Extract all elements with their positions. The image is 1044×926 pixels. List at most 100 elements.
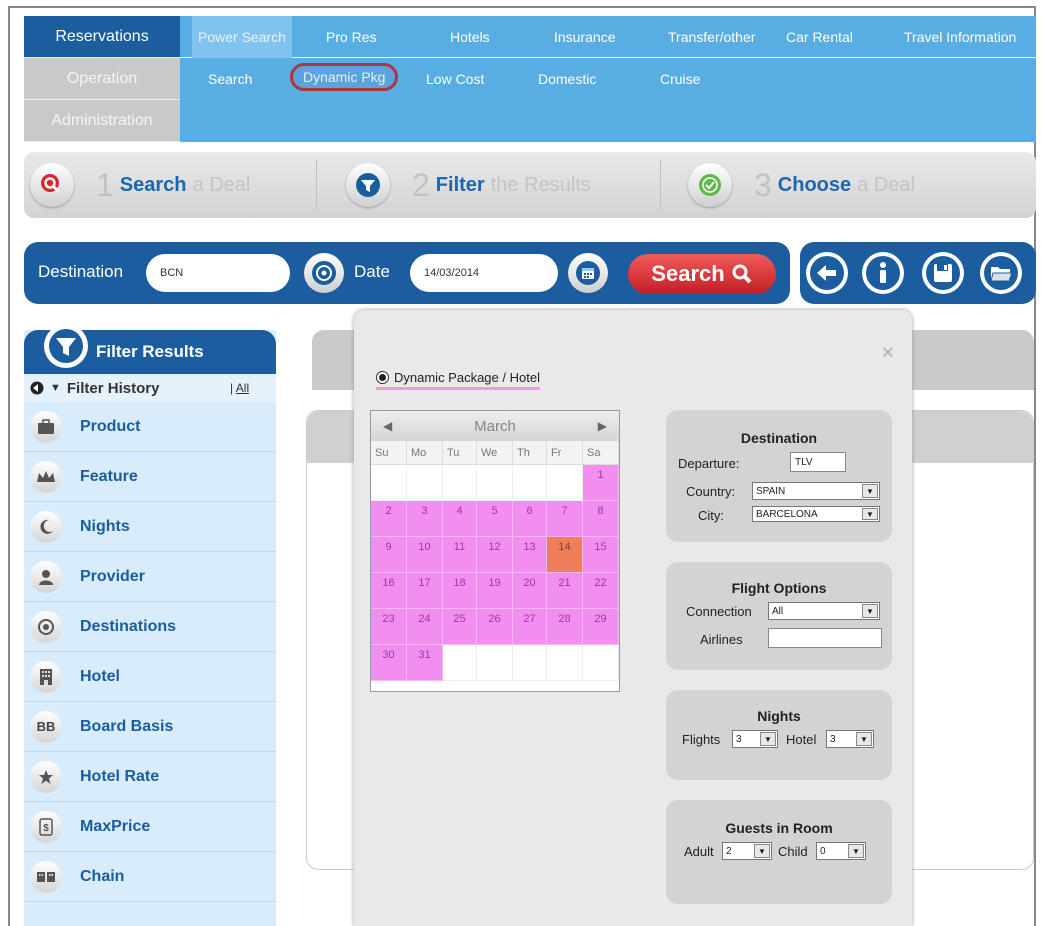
filter-item-chain[interactable]: Chain: [24, 852, 276, 902]
calendar-date[interactable]: 22: [583, 573, 619, 609]
calendar-date[interactable]: 2: [371, 501, 407, 537]
city-select[interactable]: BARCELONA ▼: [752, 506, 880, 522]
svg-text:$: $: [43, 823, 49, 834]
close-icon[interactable]: ×: [882, 342, 894, 365]
menu-pro-res[interactable]: Pro Res: [326, 16, 377, 58]
main-menu: Reservations Power Search Pro Res Hotels…: [24, 16, 1036, 142]
step-search[interactable]: 1 Search a Deal: [30, 152, 250, 218]
filter-item-nights[interactable]: Nights: [24, 502, 276, 552]
connection-select[interactable]: All ▼: [768, 602, 880, 620]
calendar-date[interactable]: 17: [407, 573, 443, 609]
menu-hotels[interactable]: Hotels: [450, 16, 490, 58]
calendar-date[interactable]: 18: [443, 573, 477, 609]
calendar-icon[interactable]: [568, 253, 608, 293]
compass-icon[interactable]: [304, 253, 344, 293]
calendar-date[interactable]: 1: [583, 465, 619, 501]
info-icon[interactable]: [862, 252, 904, 294]
menu-bar-3: [180, 100, 1036, 142]
filter-item-label: Nights: [80, 517, 130, 535]
calendar-date[interactable]: 30: [371, 645, 407, 681]
moon-icon: [30, 510, 62, 543]
calendar-day-header: We: [477, 441, 513, 465]
calendar-date[interactable]: 15: [583, 537, 619, 573]
filter-item-destinations[interactable]: Destinations: [24, 602, 276, 652]
menu-administration[interactable]: Administration: [24, 100, 180, 142]
calendar-date[interactable]: 21: [547, 573, 583, 609]
filter-item-product[interactable]: Product: [24, 402, 276, 452]
search-button[interactable]: Search: [628, 254, 776, 294]
country-select[interactable]: SPAIN ▼: [752, 482, 880, 500]
flights-nights-select[interactable]: 3 ▼: [732, 730, 778, 748]
calendar-date[interactable]: 20: [513, 573, 547, 609]
chevron-down-icon: ▼: [862, 484, 878, 498]
filter-item-feature[interactable]: Feature: [24, 452, 276, 502]
menu-power-search[interactable]: Power Search: [192, 16, 292, 58]
menu-operation[interactable]: Operation: [24, 58, 180, 100]
menu-dynamic-pkg[interactable]: Dynamic Pkg: [290, 58, 399, 100]
calendar-date[interactable]: 27: [513, 609, 547, 645]
calendar-date[interactable]: 11: [443, 537, 477, 573]
open-folder-icon[interactable]: [980, 252, 1022, 294]
next-month-icon[interactable]: ▶: [598, 419, 607, 433]
calendar-date[interactable]: 8: [583, 501, 619, 537]
calendar-date[interactable]: 19: [477, 573, 513, 609]
menu-insurance[interactable]: Insurance: [554, 16, 615, 58]
calendar-date[interactable]: 31: [407, 645, 443, 681]
filter-item-maxprice[interactable]: $ MaxPrice: [24, 802, 276, 852]
menu-travel-information[interactable]: Travel Information: [904, 16, 1016, 58]
hotel-nights-select[interactable]: 3 ▼: [826, 730, 874, 748]
step-filter[interactable]: 2 Filter the Results: [346, 152, 591, 218]
prev-month-icon[interactable]: ◀: [383, 419, 392, 433]
calendar-date[interactable]: 24: [407, 609, 443, 645]
step-choose[interactable]: 3 Choose a Deal: [688, 152, 915, 218]
filter-item-board-basis[interactable]: BB Board Basis: [24, 702, 276, 752]
child-select[interactable]: 0 ▼: [816, 842, 866, 860]
save-icon[interactable]: [922, 252, 964, 294]
calendar-date[interactable]: 4: [443, 501, 477, 537]
calendar-date[interactable]: 13: [513, 537, 547, 573]
chevron-down-icon: ▼: [862, 604, 878, 618]
calendar-date[interactable]: 12: [477, 537, 513, 573]
calendar-date[interactable]: 26: [477, 609, 513, 645]
filter-all-link[interactable]: | All: [230, 381, 249, 395]
destination-input[interactable]: BCN: [146, 254, 290, 292]
adult-select[interactable]: 2 ▼: [722, 842, 772, 860]
calendar-date[interactable]: 9: [371, 537, 407, 573]
dynamic-package-radio[interactable]: Dynamic Package / Hotel: [376, 370, 540, 390]
search-bar: Destination BCN Date 14/03/2014 Search: [24, 242, 790, 304]
menu-transfer-other[interactable]: Transfer/other: [668, 16, 755, 58]
calendar-date[interactable]: 23: [371, 609, 407, 645]
calendar-date[interactable]: 3: [407, 501, 443, 537]
calendar-date-selected[interactable]: 14: [547, 537, 583, 573]
filter-history-label[interactable]: Filter History: [67, 380, 160, 397]
menu-domestic[interactable]: Domestic: [538, 58, 596, 100]
menu-cruise[interactable]: Cruise: [660, 58, 700, 100]
date-input[interactable]: 14/03/2014: [410, 254, 558, 292]
flight-options-box: Flight Options Connection All ▼ Airlines: [666, 562, 892, 670]
calendar-date[interactable]: 6: [513, 501, 547, 537]
filter-item-hotel[interactable]: Hotel: [24, 652, 276, 702]
calendar-date[interactable]: 29: [583, 609, 619, 645]
calendar: ◀ March ▶ Su Mo Tu We Th Fr Sa 1 2 3 4 5 6 7 8 9 10 11 12 1…: [370, 410, 620, 692]
menu-car-rental[interactable]: Car Rental: [786, 16, 853, 58]
menu-reservations[interactable]: Reservations: [24, 16, 180, 58]
menu-search[interactable]: Search: [208, 58, 252, 100]
back-circle-icon[interactable]: [30, 381, 44, 395]
filter-item-hotel-rate[interactable]: Hotel Rate: [24, 752, 276, 802]
menu-low-cost[interactable]: Low Cost: [426, 58, 484, 100]
calendar-date[interactable]: 25: [443, 609, 477, 645]
calendar-date[interactable]: 7: [547, 501, 583, 537]
calendar-header: ◀ March ▶: [371, 411, 619, 441]
calendar-date[interactable]: 28: [547, 609, 583, 645]
hotel-nights-value: 3: [830, 733, 836, 745]
calendar-empty-cell: [443, 645, 477, 681]
chevron-down-icon[interactable]: ▼: [50, 382, 61, 394]
airlines-input[interactable]: [768, 628, 882, 648]
adult-label: Adult: [684, 844, 714, 859]
calendar-date[interactable]: 5: [477, 501, 513, 537]
departure-input[interactable]: TLV: [790, 452, 846, 472]
calendar-date[interactable]: 10: [407, 537, 443, 573]
back-icon[interactable]: [806, 252, 848, 294]
filter-item-provider[interactable]: Provider: [24, 552, 276, 602]
calendar-date[interactable]: 16: [371, 573, 407, 609]
